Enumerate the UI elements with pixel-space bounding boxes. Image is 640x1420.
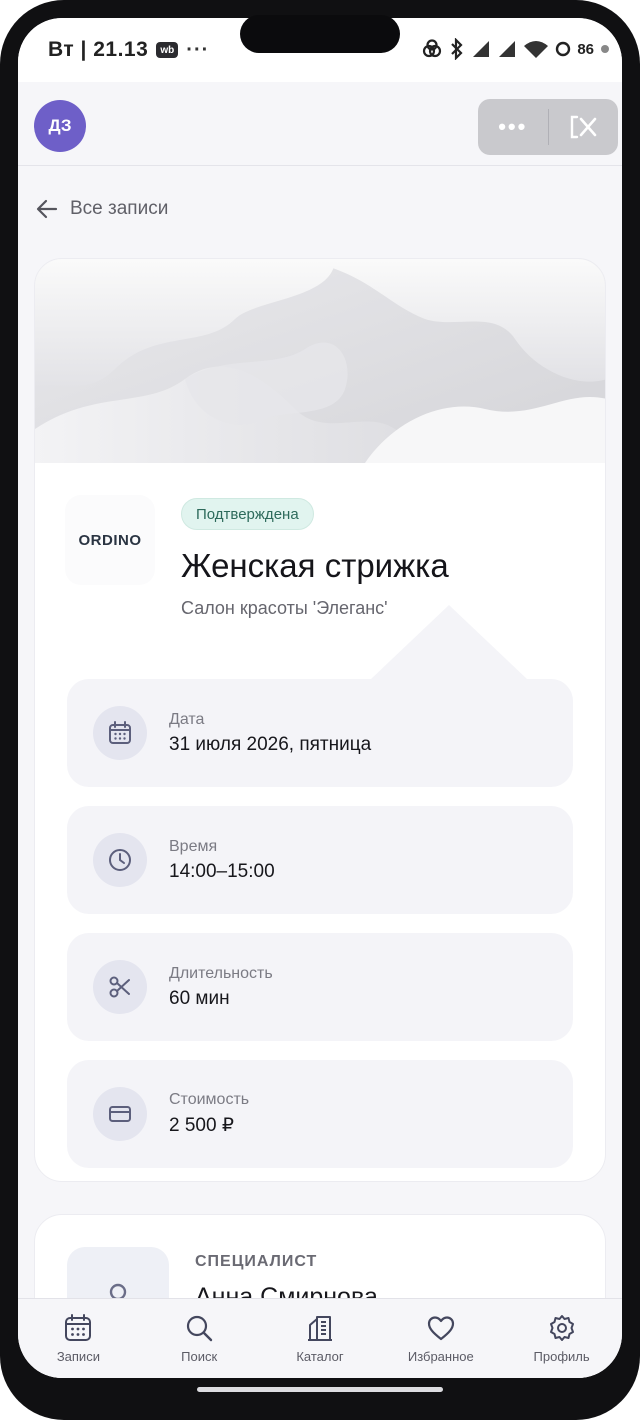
gear-icon: [549, 1315, 574, 1341]
tab-label: Избранное: [407, 1349, 474, 1364]
salon-name[interactable]: Салон красоты 'Элеганс': [181, 598, 388, 619]
app-bar: ДЗ •••: [18, 82, 622, 166]
detail-value: 60 мин: [169, 987, 230, 1009]
tab-search[interactable]: Поиск: [139, 1299, 260, 1378]
tab-label: Каталог: [296, 1349, 344, 1364]
decor-shape: [371, 605, 527, 679]
home-indicator[interactable]: [197, 1387, 443, 1392]
miniapp-capsule: •••: [478, 99, 618, 155]
battery-ring-icon: [556, 41, 571, 57]
more-button[interactable]: •••: [478, 99, 548, 155]
salon-logo: ORDINO: [65, 495, 155, 585]
close-button[interactable]: [549, 99, 619, 155]
booking-card: ORDINO Подтверждена Женская стрижка Сало…: [34, 258, 606, 1182]
detail-label: Дата: [169, 710, 205, 728]
avatar[interactable]: ДЗ: [34, 100, 86, 152]
tab-label: Поиск: [181, 1349, 218, 1364]
signal-icon-2: [499, 41, 516, 57]
catalog-icon: [307, 1316, 332, 1341]
detail-row-time: Время 14:00–15:00: [67, 806, 573, 914]
battery-level: 86: [577, 40, 594, 58]
detail-label: Стоимость: [169, 1091, 250, 1108]
back-link[interactable]: Все записи: [36, 198, 168, 220]
search-icon: [187, 1315, 213, 1342]
salon-logo-text: ORDINO: [78, 531, 142, 549]
calendar-icon: [93, 706, 147, 760]
scissors-icon: [93, 960, 147, 1014]
camera-island: [240, 15, 400, 53]
bluetooth-icon: [451, 38, 463, 60]
wifi-icon: [524, 41, 549, 58]
tab-label: Профиль: [533, 1349, 590, 1364]
wb-app-icon: wb: [156, 42, 179, 58]
tab-bar: Записи Поиск Каталог Избранное Профиль: [18, 1298, 622, 1378]
service-title: Женская стрижка: [181, 547, 449, 584]
detail-row-price: Стоимость 2 500 ₽: [67, 1060, 573, 1168]
status-time: Вт | 21.13: [48, 38, 149, 61]
tab-catalog[interactable]: Каталог: [260, 1299, 381, 1378]
detail-row-date: Дата 31 июля 2026, пятница: [67, 679, 573, 787]
more-icon: •••: [498, 114, 528, 139]
tab-label: Записи: [56, 1349, 100, 1364]
close-icon: [571, 115, 597, 139]
status-badge-label: Подтверждена: [196, 505, 299, 523]
status-overflow-icon: ···: [186, 38, 210, 61]
heart-icon: [427, 1316, 454, 1341]
tab-bookings[interactable]: Записи: [18, 1299, 139, 1378]
detail-value: 31 июля 2026, пятница: [169, 733, 372, 755]
clock-icon: [93, 833, 147, 887]
arrow-left-icon: [36, 199, 58, 219]
detail-value: 2 500 ₽: [169, 1115, 234, 1136]
link-icon: [423, 39, 442, 58]
detail-label: Длительность: [169, 964, 273, 982]
status-icons: 86: [421, 38, 610, 60]
signal-icon: [473, 41, 490, 57]
dot-icon: [601, 45, 609, 53]
tab-profile[interactable]: Профиль: [501, 1299, 622, 1378]
banner-image: [35, 259, 605, 463]
detail-label: Время: [169, 837, 218, 855]
back-link-label: Все записи: [70, 198, 169, 219]
status-badge: Подтверждена: [181, 498, 314, 530]
card-icon: [93, 1087, 147, 1141]
screen: Вт | 21.13 wb ··· 86 ДЗ ••• Все записи O…: [18, 18, 622, 1378]
specialist-section-label: СПЕЦИАЛИСТ: [195, 1253, 318, 1270]
detail-row-duration: Длительность 60 мин: [67, 933, 573, 1041]
tab-favorites[interactable]: Избранное: [380, 1299, 501, 1378]
phone-frame: Вт | 21.13 wb ··· 86 ДЗ ••• Все записи O…: [0, 0, 640, 1420]
detail-value: 14:00–15:00: [169, 860, 275, 882]
calendar-icon: [65, 1314, 92, 1341]
